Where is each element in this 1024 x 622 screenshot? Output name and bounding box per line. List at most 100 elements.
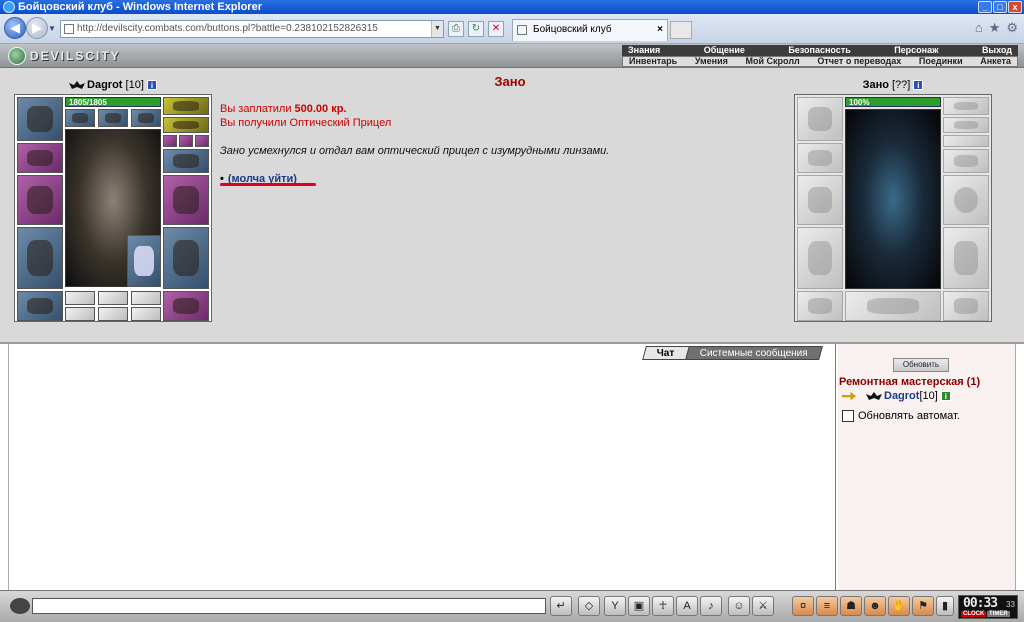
belt-slot[interactable] (17, 291, 63, 321)
player-info-icon[interactable]: i (146, 80, 157, 91)
empty-slot-5[interactable] (98, 307, 128, 321)
bag-icon[interactable]: ¤ (792, 596, 814, 616)
save-disk-icon[interactable]: ▣ (628, 596, 650, 616)
auto-refresh-checkbox[interactable] (842, 410, 854, 422)
chat-messages[interactable]: Чат Системные сообщения (8, 344, 836, 590)
menu-knowledge[interactable]: Знания (628, 45, 660, 56)
tab-chat[interactable]: Чат (641, 346, 689, 360)
amulet-slot[interactable] (98, 109, 128, 127)
chat-mode-icon[interactable] (10, 598, 30, 614)
home-icon[interactable]: ⌂ (975, 20, 983, 36)
history-dropdown-icon[interactable]: ▼ (48, 24, 56, 33)
tab-close-icon[interactable]: × (657, 20, 663, 40)
menu-communication[interactable]: Общение (704, 45, 745, 56)
character-icon[interactable]: ☻ (864, 596, 886, 616)
npc-gloves-slot[interactable] (943, 149, 989, 173)
eraser-icon[interactable]: ◇ (578, 596, 600, 616)
filter-icon[interactable]: Y (604, 596, 626, 616)
timer-label[interactable]: TIMER (987, 611, 1010, 617)
ring-slot-2[interactable] (179, 135, 193, 147)
menu-exit[interactable]: Выход (982, 45, 1012, 56)
npc-leggings-slot[interactable] (943, 227, 989, 289)
refresh-button[interactable]: Обновить (893, 358, 949, 372)
menu-fights[interactable]: Поединки (919, 57, 963, 66)
scroll-icon[interactable]: ≡ (816, 596, 838, 616)
menu-inventory[interactable]: Инвентарь (629, 57, 677, 66)
compat-view-icon[interactable]: ⎙ (448, 21, 464, 37)
exit-door-icon[interactable]: ▮ (936, 596, 954, 616)
back-button[interactable]: ◀ (4, 17, 26, 39)
leggings-slot[interactable] (163, 227, 209, 289)
close-window-button[interactable]: x (1008, 1, 1022, 13)
empty-slot-2[interactable] (98, 291, 128, 305)
ring-slot-1[interactable] (163, 135, 177, 147)
stop-icon[interactable]: ✕ (488, 21, 504, 37)
empty-slot-1[interactable] (65, 291, 95, 305)
bottom-toolbar: ↵ ◇ Y ▣ ☥ A ♪ ☺ ⚔ ¤ ≡ ☗ ☻ ✋ ⚑ ▮ 00:33 33… (0, 590, 1024, 622)
npc-boots-slot[interactable] (943, 291, 989, 321)
smiley-icon[interactable]: ☺ (728, 596, 750, 616)
right-slot-2[interactable] (163, 117, 209, 133)
menu-my-scroll[interactable]: Мой Скролл (746, 57, 800, 66)
empty-slot-4[interactable] (65, 307, 95, 321)
right-slot-1[interactable] (163, 97, 209, 115)
flag-icon[interactable]: ⚑ (912, 596, 934, 616)
menu-profile[interactable]: Анкета (980, 57, 1011, 66)
shield-slot[interactable] (163, 175, 209, 225)
npc-portrait[interactable] (845, 109, 941, 289)
npc-info-icon[interactable]: i (913, 80, 924, 91)
npc-right-slot-2[interactable] (943, 117, 989, 133)
helmet-slot[interactable] (17, 97, 63, 141)
gloves-slot[interactable] (163, 149, 209, 173)
weapon-slot[interactable] (17, 175, 63, 225)
npc-rings-slot[interactable] (943, 135, 989, 147)
clan-icon[interactable]: ⚔ (752, 596, 774, 616)
menu-character[interactable]: Персонаж (894, 45, 938, 56)
ring-slot-top[interactable] (131, 109, 161, 127)
address-dropdown-icon[interactable]: ▼ (431, 21, 443, 37)
tools-gear-icon[interactable]: ⚙ (1006, 20, 1018, 36)
npc-bottom-slots[interactable] (845, 291, 941, 321)
menu-transfer-report[interactable]: Отчет о переводах (817, 57, 901, 66)
npc-right-slot-1[interactable] (943, 97, 989, 115)
empty-slot-3[interactable] (131, 291, 161, 305)
npc-shield-slot[interactable] (943, 175, 989, 225)
walk-icon[interactable]: ☥ (652, 596, 674, 616)
chat-input[interactable] (32, 598, 546, 614)
group-icon[interactable]: ☗ (840, 596, 862, 616)
npc-belt-slot[interactable] (797, 291, 843, 321)
room-user-info-icon[interactable]: i (940, 391, 951, 402)
npc-name[interactable]: Зано (863, 79, 889, 91)
menu-security[interactable]: Безопасность (788, 45, 850, 56)
private-message-icon[interactable] (842, 391, 856, 401)
clock-label[interactable]: CLOCK (961, 611, 987, 617)
earring-slot[interactable] (65, 109, 95, 127)
ring-slot-3[interactable] (195, 135, 209, 147)
npc-bracers-slot[interactable] (797, 143, 843, 173)
npc-armor-slot[interactable] (797, 227, 843, 289)
menu-skills[interactable]: Умения (695, 57, 728, 66)
maximize-button[interactable]: □ (993, 1, 1007, 13)
player-name[interactable]: Dagrot (87, 79, 122, 91)
npc-weapon-slot[interactable] (797, 175, 843, 225)
npc-header: Зано [??] i (794, 76, 992, 94)
forward-button[interactable]: ▶ (26, 17, 48, 39)
boots-slot[interactable] (163, 291, 209, 321)
pet-owl-slot[interactable] (127, 235, 161, 287)
bracers-slot[interactable] (17, 143, 63, 173)
sound-icon[interactable]: ♪ (700, 596, 722, 616)
new-tab-button[interactable] (670, 21, 692, 39)
font-size-icon[interactable]: A (676, 596, 698, 616)
browser-tab[interactable]: Бойцовский клуб × (512, 19, 668, 41)
send-enter-icon[interactable]: ↵ (550, 596, 572, 616)
empty-slot-6[interactable] (131, 307, 161, 321)
address-bar[interactable]: http://devilscity.combats.com/buttons.pl… (60, 20, 444, 38)
refresh-icon[interactable]: ↻ (468, 21, 484, 37)
minimize-button[interactable]: _ (978, 1, 992, 13)
npc-helmet-slot[interactable] (797, 97, 843, 141)
hand-icon[interactable]: ✋ (888, 596, 910, 616)
room-user-name[interactable]: Dagrot (884, 390, 919, 402)
favorites-star-icon[interactable]: ★ (989, 20, 1001, 36)
tab-system-messages[interactable]: Системные сообщения (685, 346, 823, 360)
armor-slot[interactable] (17, 227, 63, 289)
